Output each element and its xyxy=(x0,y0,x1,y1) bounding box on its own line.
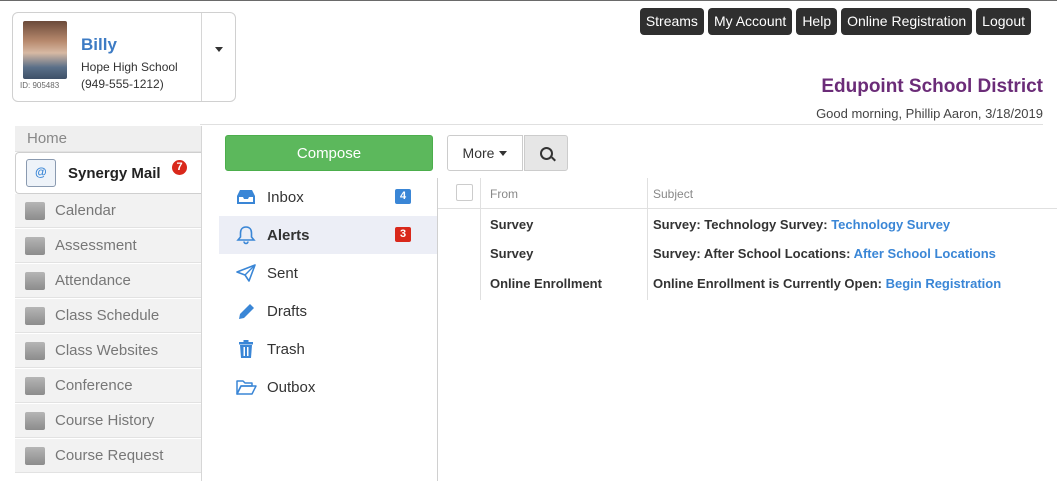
folder-label: Alerts xyxy=(267,226,310,244)
subject-text: Online Enrollment is Currently Open: xyxy=(653,276,886,291)
bell-icon xyxy=(236,226,256,245)
message-from: Online Enrollment xyxy=(490,276,602,291)
folder-alerts[interactable]: Alerts 3 xyxy=(219,216,437,254)
mail-area: Compose More Inbox 4 Alerts 3 Sent Draft… xyxy=(201,126,1057,481)
message-list-header: From Subject xyxy=(438,178,1057,209)
student-id: ID: 905483 xyxy=(20,81,60,90)
folder-label: Drafts xyxy=(267,302,308,320)
header-divider xyxy=(200,124,1043,125)
nav-item-course-history[interactable]: Course History xyxy=(15,404,201,438)
message-row[interactable]: Survey Survey: Technology Survey: Techno… xyxy=(438,211,1057,240)
my-account-button[interactable]: My Account xyxy=(707,8,793,35)
subject-link[interactable]: Begin Registration xyxy=(886,276,1002,291)
nav-item-conference[interactable]: Conference xyxy=(15,369,201,403)
message-subject: Survey: After School Locations: After Sc… xyxy=(653,246,996,261)
message-from: Survey xyxy=(490,246,534,261)
folder-label: Outbox xyxy=(267,378,316,396)
student-switch-dropdown-icon[interactable] xyxy=(213,43,225,57)
nav-item-calendar[interactable]: Calendar xyxy=(15,194,201,228)
website-icon xyxy=(25,341,45,360)
trash-icon xyxy=(239,340,253,358)
nav-item-label: Attendance xyxy=(55,272,131,289)
nav-item-label: Synergy Mail xyxy=(68,164,161,182)
greeting-text: Good morning, Phillip Aaron, 3/18/2019 xyxy=(816,106,1043,121)
search-button[interactable] xyxy=(524,135,568,171)
folder-outbox[interactable]: Outbox xyxy=(219,368,437,406)
message-row[interactable]: Survey Survey: After School Locations: A… xyxy=(438,240,1057,269)
message-row[interactable]: Online Enrollment Online Enrollment is C… xyxy=(438,270,1057,299)
pencil-icon xyxy=(239,304,254,319)
help-button[interactable]: Help xyxy=(796,8,838,35)
nav-item-label: Calendar xyxy=(55,202,116,219)
nav-item-class-schedule[interactable]: Class Schedule xyxy=(15,299,201,333)
student-phone: (949-555-1212) xyxy=(81,77,164,91)
folder-trash[interactable]: Trash xyxy=(219,330,437,368)
folder-label: Trash xyxy=(267,340,305,358)
student-avatar xyxy=(23,21,67,79)
nav-item-class-websites[interactable]: Class Websites xyxy=(15,334,201,368)
folder-sent[interactable]: Sent xyxy=(219,254,437,292)
nav-item-assessment[interactable]: Assessment xyxy=(15,229,201,263)
nav-item-label: Assessment xyxy=(55,237,137,254)
nav-item-course-request[interactable]: Course Request xyxy=(15,439,201,473)
folder-drafts[interactable]: Drafts xyxy=(219,292,437,330)
inbox-count-badge: 4 xyxy=(395,189,411,204)
request-form-icon xyxy=(25,446,45,465)
search-icon xyxy=(540,147,553,160)
nav-item-label: Course Request xyxy=(55,447,164,464)
message-subject: Survey: Technology Survey: Technology Su… xyxy=(653,217,950,232)
student-name[interactable]: Billy xyxy=(81,35,117,55)
select-all-checkbox[interactable] xyxy=(456,184,473,201)
subject-text: Survey: Technology Survey: xyxy=(653,217,832,232)
folder-label: Sent xyxy=(267,264,298,282)
subject-text: Survey: After School Locations: xyxy=(653,246,854,261)
nav-item-label: Conference xyxy=(55,377,133,394)
student-school: Hope High School xyxy=(81,60,178,74)
more-label: More xyxy=(462,145,495,161)
bar-chart-icon xyxy=(25,236,45,255)
unread-mail-badge: 7 xyxy=(172,160,187,175)
streams-button[interactable]: Streams xyxy=(639,8,704,35)
district-name: Edupoint School District xyxy=(821,76,1043,97)
logout-button[interactable]: Logout xyxy=(976,8,1031,35)
people-icon xyxy=(25,376,45,395)
folder-label: Inbox xyxy=(267,188,304,206)
folder-inbox[interactable]: Inbox 4 xyxy=(219,178,437,216)
books-icon xyxy=(25,411,45,430)
nav-item-label: Class Schedule xyxy=(55,307,160,324)
nav-item-label: Class Websites xyxy=(55,342,159,359)
more-dropdown-button[interactable]: More xyxy=(447,135,523,171)
compose-button[interactable]: Compose xyxy=(225,135,433,171)
online-registration-button[interactable]: Online Registration xyxy=(841,8,973,35)
calendar-icon xyxy=(25,201,45,220)
schedule-icon xyxy=(25,306,45,325)
subject-column-header[interactable]: Subject xyxy=(653,187,693,201)
top-nav: Streams My Account Help Online Registrat… xyxy=(639,8,1031,35)
message-from: Survey xyxy=(490,217,534,232)
student-card[interactable]: ID: 905483 Billy Hope High School (949-5… xyxy=(12,12,236,102)
window-top-border xyxy=(0,0,1057,1)
nav-item-attendance[interactable]: Attendance xyxy=(15,264,201,298)
caret-down-icon xyxy=(499,150,508,156)
nav-item-synergy-mail[interactable]: Synergy Mail 7 xyxy=(15,152,202,194)
checkmark-icon xyxy=(25,271,45,290)
subject-link[interactable]: Technology Survey xyxy=(831,217,950,232)
message-subject: Online Enrollment is Currently Open: Beg… xyxy=(653,276,1001,291)
nav-item-label: Home xyxy=(27,130,68,147)
card-divider xyxy=(201,13,202,101)
subject-link[interactable]: After School Locations xyxy=(854,246,996,261)
alerts-count-badge: 3 xyxy=(395,227,411,242)
folder-open-icon xyxy=(236,380,257,395)
from-column-header[interactable]: From xyxy=(490,187,518,201)
paper-plane-icon xyxy=(236,264,256,282)
envelope-icon xyxy=(26,159,56,187)
left-nav: Home Synergy Mail 7 Calendar Assessment … xyxy=(15,126,202,481)
nav-item-label: Course History xyxy=(55,412,155,429)
inbox-icon xyxy=(237,190,255,204)
nav-item-home[interactable]: Home xyxy=(15,126,201,152)
